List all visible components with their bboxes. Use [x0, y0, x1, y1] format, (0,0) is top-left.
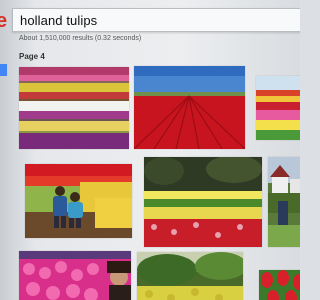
- logo-fragment[interactable]: e: [0, 10, 7, 32]
- image-result-9[interactable]: [259, 270, 300, 300]
- image-result-6[interactable]: [268, 157, 300, 247]
- image-result-5[interactable]: [144, 157, 262, 247]
- image-result-3[interactable]: [256, 76, 300, 140]
- image-result-2[interactable]: [134, 66, 245, 149]
- image-result-8[interactable]: [137, 252, 243, 300]
- image-result-7[interactable]: [19, 251, 131, 300]
- result-stats: About 1,510,000 results (0.32 seconds): [19, 35, 142, 42]
- search-input[interactable]: holland tulips: [12, 8, 300, 32]
- page-label: Page 4: [19, 52, 45, 61]
- search-query: holland tulips: [20, 12, 98, 28]
- image-result-1[interactable]: [19, 67, 129, 149]
- image-result-4[interactable]: [25, 164, 132, 238]
- screen: e holland tulips About 1,510,000 results…: [0, 0, 300, 300]
- sidebar-active-tab[interactable]: [0, 64, 7, 76]
